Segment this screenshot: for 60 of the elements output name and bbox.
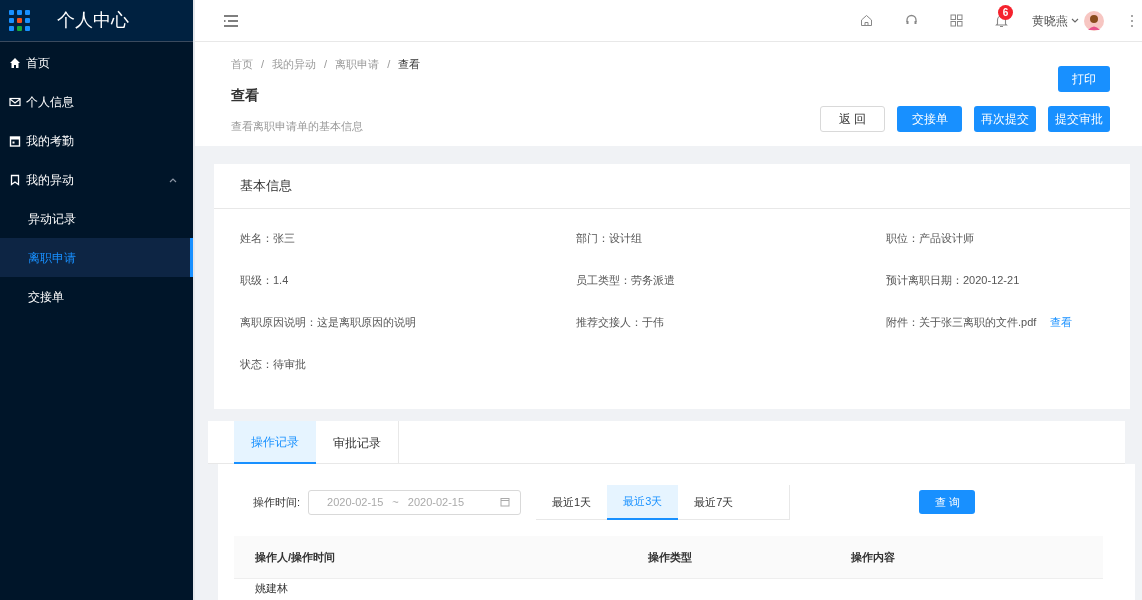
- headset-icon[interactable]: [905, 14, 918, 27]
- mail-icon: [9, 95, 21, 108]
- info-field: 职位：产品设计师: [886, 230, 974, 247]
- action-button[interactable]: 返 回: [819, 106, 885, 132]
- action-button[interactable]: 交接单: [897, 106, 962, 132]
- sidebar-item[interactable]: 我的异动: [0, 160, 193, 199]
- action-button[interactable]: 提交审批: [1048, 106, 1110, 132]
- sidebar-subitem[interactable]: 异动记录: [0, 199, 193, 238]
- menu-icon[interactable]: [223, 13, 239, 28]
- apps-icon[interactable]: [950, 14, 963, 27]
- user-name[interactable]: 黄晓燕: [1032, 11, 1068, 30]
- tab[interactable]: 操作记录: [234, 421, 316, 464]
- breadcrumb-separator: /: [387, 57, 391, 72]
- app-grid-icon[interactable]: [9, 9, 31, 32]
- column-header: 操作人/操作时间: [254, 549, 337, 565]
- more-icon[interactable]: [1130, 13, 1134, 28]
- view-link[interactable]: 查看: [1050, 314, 1073, 331]
- chevron-down-icon[interactable]: [1071, 17, 1079, 24]
- breadcrumb-item[interactable]: 首页: [231, 56, 253, 73]
- filter-label: 操作时间:: [253, 494, 301, 510]
- column-header: 操作内容: [850, 549, 896, 565]
- breadcrumb-item: 查看: [398, 57, 421, 72]
- range-tab[interactable]: 最近7天: [678, 484, 750, 520]
- info-field: 推荐交接人：于伟: [576, 314, 664, 331]
- action-button[interactable]: 再次提交: [974, 106, 1036, 132]
- avatar[interactable]: [1084, 10, 1104, 31]
- query-button[interactable]: 查 询: [919, 490, 976, 514]
- breadcrumb-separator: /: [324, 57, 328, 72]
- page-title: 查看: [231, 85, 260, 105]
- range-tab[interactable]: 最近3天: [607, 484, 679, 520]
- sidebar-item[interactable]: 我的考勤: [0, 121, 193, 160]
- page-description: 查看离职申请单的基本信息: [231, 118, 364, 134]
- sidebar-item[interactable]: 首页: [0, 43, 193, 82]
- app-title: 个人中心: [57, 9, 129, 32]
- home-icon: [9, 56, 21, 69]
- column-header: 操作类型: [647, 549, 693, 565]
- date-range-field[interactable]: 2020-02-15 ~ 2020-02-15: [308, 489, 522, 515]
- table-cell-text: 姚建林: [254, 581, 289, 595]
- calendar-icon: [9, 134, 21, 147]
- card-title: 基本信息: [214, 164, 1130, 209]
- info-field: 部门：设计组: [576, 230, 642, 247]
- range-tab[interactable]: 最近1天: [536, 484, 608, 520]
- breadcrumb-item[interactable]: 离职申请: [335, 56, 380, 73]
- calendar-icon: [500, 497, 511, 507]
- home-icon[interactable]: [860, 14, 873, 27]
- sidebar-subitem[interactable]: 离职申请: [0, 238, 193, 277]
- bookmark-icon: [9, 173, 21, 186]
- sidebar-subitem[interactable]: 交接单: [0, 277, 193, 316]
- info-field: 职级：1.4: [240, 272, 289, 289]
- info-field: 离职原因说明：这是离职原因的说明: [240, 314, 416, 331]
- breadcrumb-separator: /: [261, 57, 265, 72]
- info-field: 状态：待审批: [240, 356, 306, 373]
- info-field: 附件：关于张三离职的文件.pdf: [886, 314, 1037, 331]
- info-field: 预计离职日期：2020-12-21: [886, 272, 1020, 289]
- breadcrumb-item[interactable]: 我的异动: [272, 56, 317, 73]
- info-field: 员工类型：劳务派遣: [576, 272, 675, 289]
- print-button[interactable]: 打印: [1058, 66, 1110, 92]
- notification-badge: 6: [998, 4, 1013, 20]
- info-field: 姓名：张三: [240, 230, 295, 247]
- sidebar-item[interactable]: 个人信息: [0, 82, 193, 121]
